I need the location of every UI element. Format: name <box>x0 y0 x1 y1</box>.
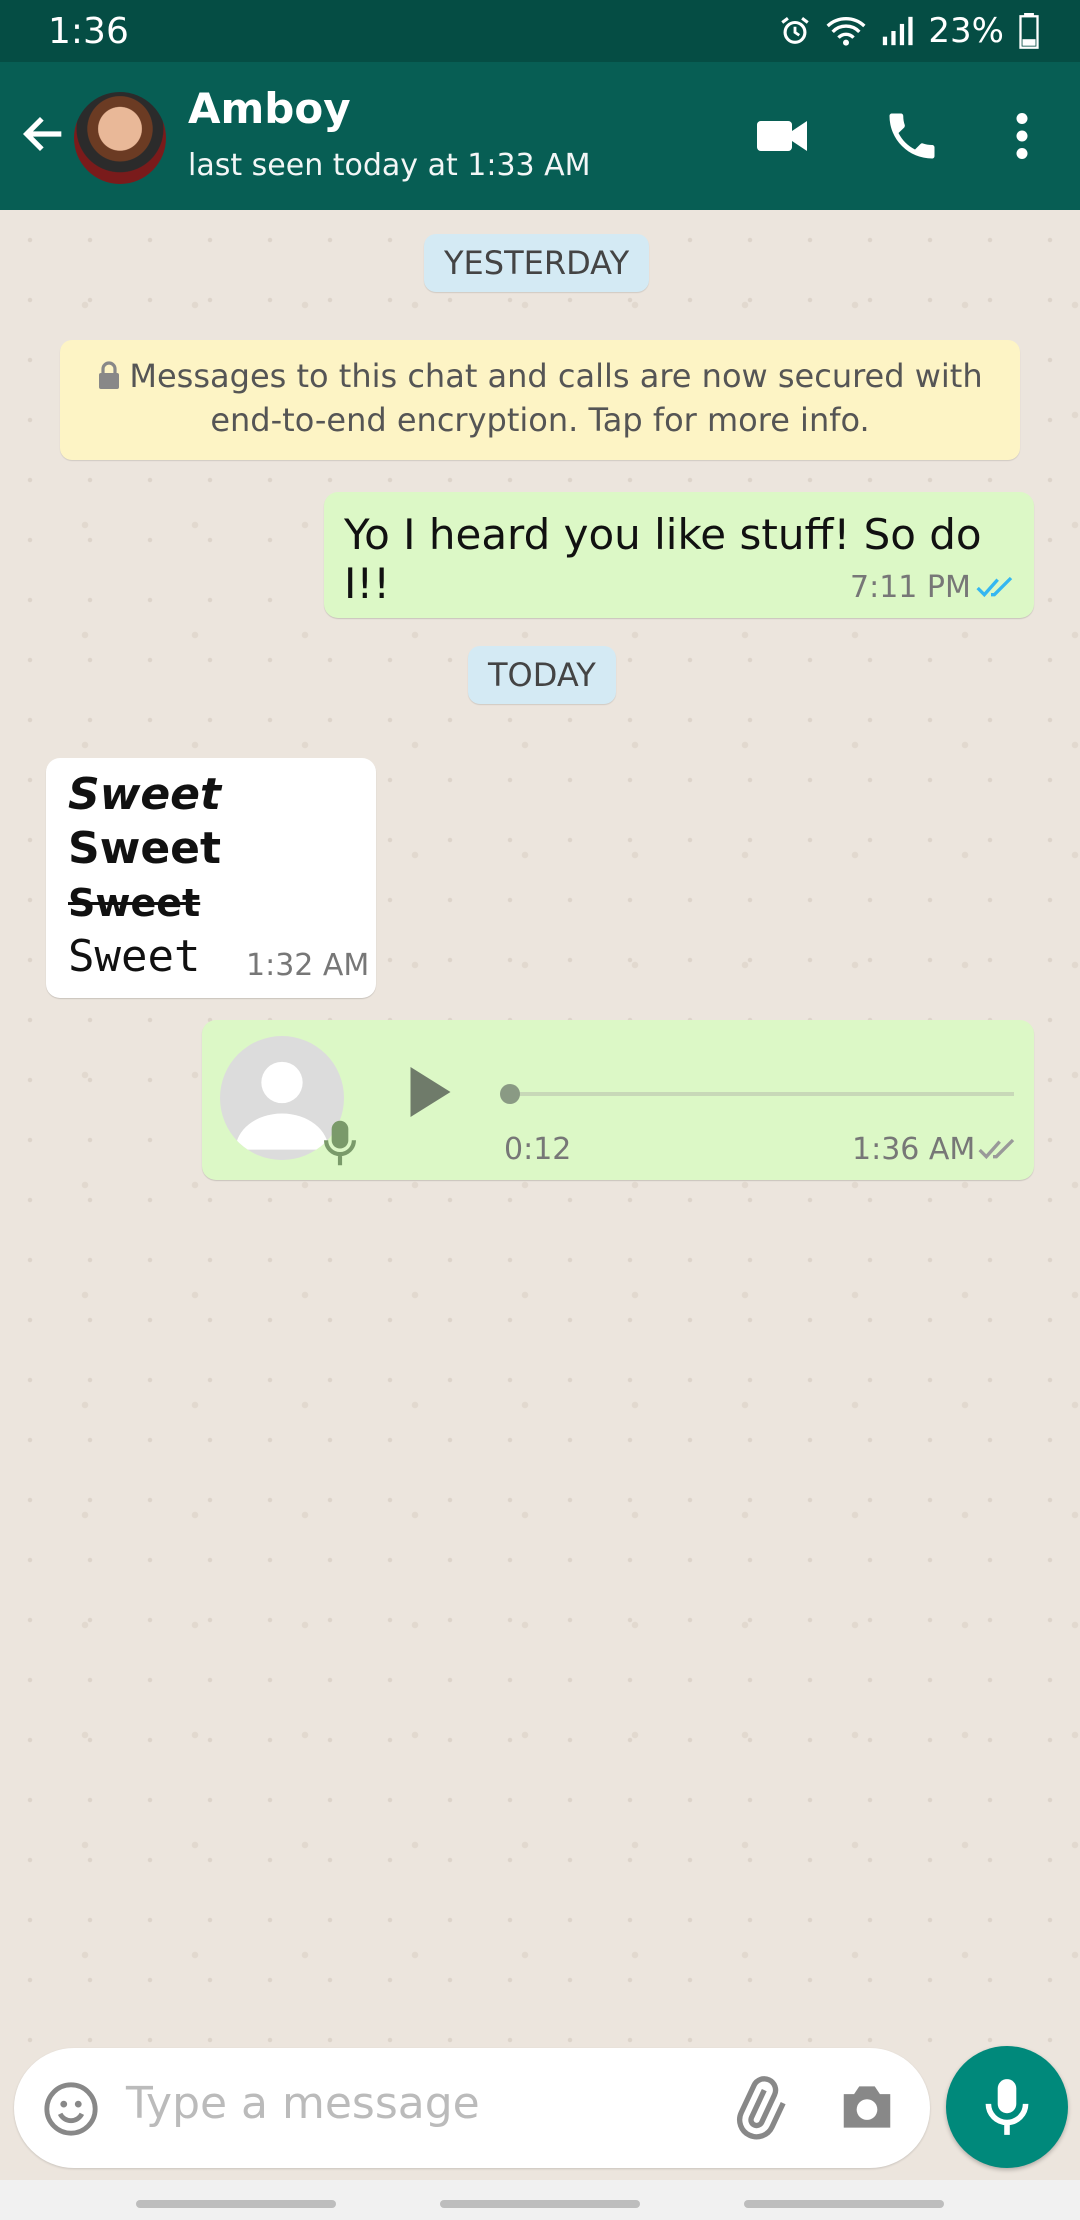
italic-line: Sweet <box>68 769 222 820</box>
message-composer[interactable]: Type a message <box>14 2048 930 2168</box>
contact-name[interactable]: Amboy <box>188 84 351 133</box>
voice-record-button[interactable] <box>946 2046 1068 2168</box>
monospace-line: Sweet <box>68 931 201 982</box>
microphone-icon <box>985 2079 1029 2135</box>
mic-badge-icon <box>324 1120 356 1166</box>
encryption-text: Messages to this chat and calls are now … <box>129 357 983 439</box>
bold-line: Sweet <box>68 823 222 874</box>
camera-icon[interactable] <box>836 2076 898 2138</box>
audio-track[interactable] <box>504 1092 1014 1096</box>
message-text: Sweet Sweet Sweet Sweet <box>68 768 221 984</box>
signal-icon <box>883 16 914 46</box>
play-icon[interactable] <box>398 1060 458 1124</box>
emoji-icon[interactable] <box>42 2080 100 2138</box>
status-icons: 23% <box>778 11 1040 51</box>
read-receipt-icon <box>976 576 1013 598</box>
system-nav-bar <box>0 2180 1080 2220</box>
nav-recents[interactable] <box>136 2200 336 2208</box>
attach-icon[interactable] <box>726 2076 790 2140</box>
voice-duration: 0:12 <box>504 1132 572 1167</box>
delivered-icon <box>978 1138 1015 1160</box>
last-seen-status[interactable]: last seen today at 1:33 AM <box>188 148 591 183</box>
voice-message[interactable]: 0:12 1:36 AM <box>202 1020 1034 1180</box>
nav-home[interactable] <box>440 2200 640 2208</box>
message-time: 1:32 AM <box>246 948 370 983</box>
strikethrough-line: Sweet <box>68 881 201 925</box>
chat-header: Amboy last seen today at 1:33 AM <box>0 62 1080 210</box>
date-divider-yesterday: YESTERDAY <box>424 234 650 292</box>
incoming-message[interactable]: Sweet Sweet Sweet Sweet 1:32 AM <box>46 758 376 998</box>
message-time: 1:36 AM <box>852 1132 976 1167</box>
date-divider-today: TODAY <box>468 646 616 704</box>
battery-icon <box>1019 13 1039 49</box>
alarm-icon <box>781 17 810 44</box>
message-time: 7:11 PM <box>850 570 971 605</box>
battery-percent: 23% <box>928 11 1004 51</box>
chat-area[interactable]: YESTERDAY Messages to this chat and call… <box>0 210 1080 2045</box>
encryption-notice[interactable]: Messages to this chat and calls are now … <box>60 340 1020 460</box>
wifi-icon <box>826 17 866 46</box>
voice-call-icon[interactable] <box>882 106 942 166</box>
back-arrow-icon[interactable] <box>18 108 70 160</box>
avatar[interactable] <box>74 92 166 184</box>
status-bar: 1:36 23% <box>0 0 1080 62</box>
video-call-icon[interactable] <box>752 106 812 166</box>
status-time: 1:36 <box>48 10 129 52</box>
outgoing-message[interactable]: Yo I heard you like stuff! So do I!! 7:1… <box>324 492 1034 618</box>
audio-seek-handle[interactable] <box>500 1084 520 1104</box>
lock-icon <box>99 361 120 389</box>
nav-back[interactable] <box>744 2200 944 2208</box>
message-input[interactable]: Type a message <box>126 2078 480 2129</box>
more-options-icon[interactable] <box>992 106 1052 166</box>
